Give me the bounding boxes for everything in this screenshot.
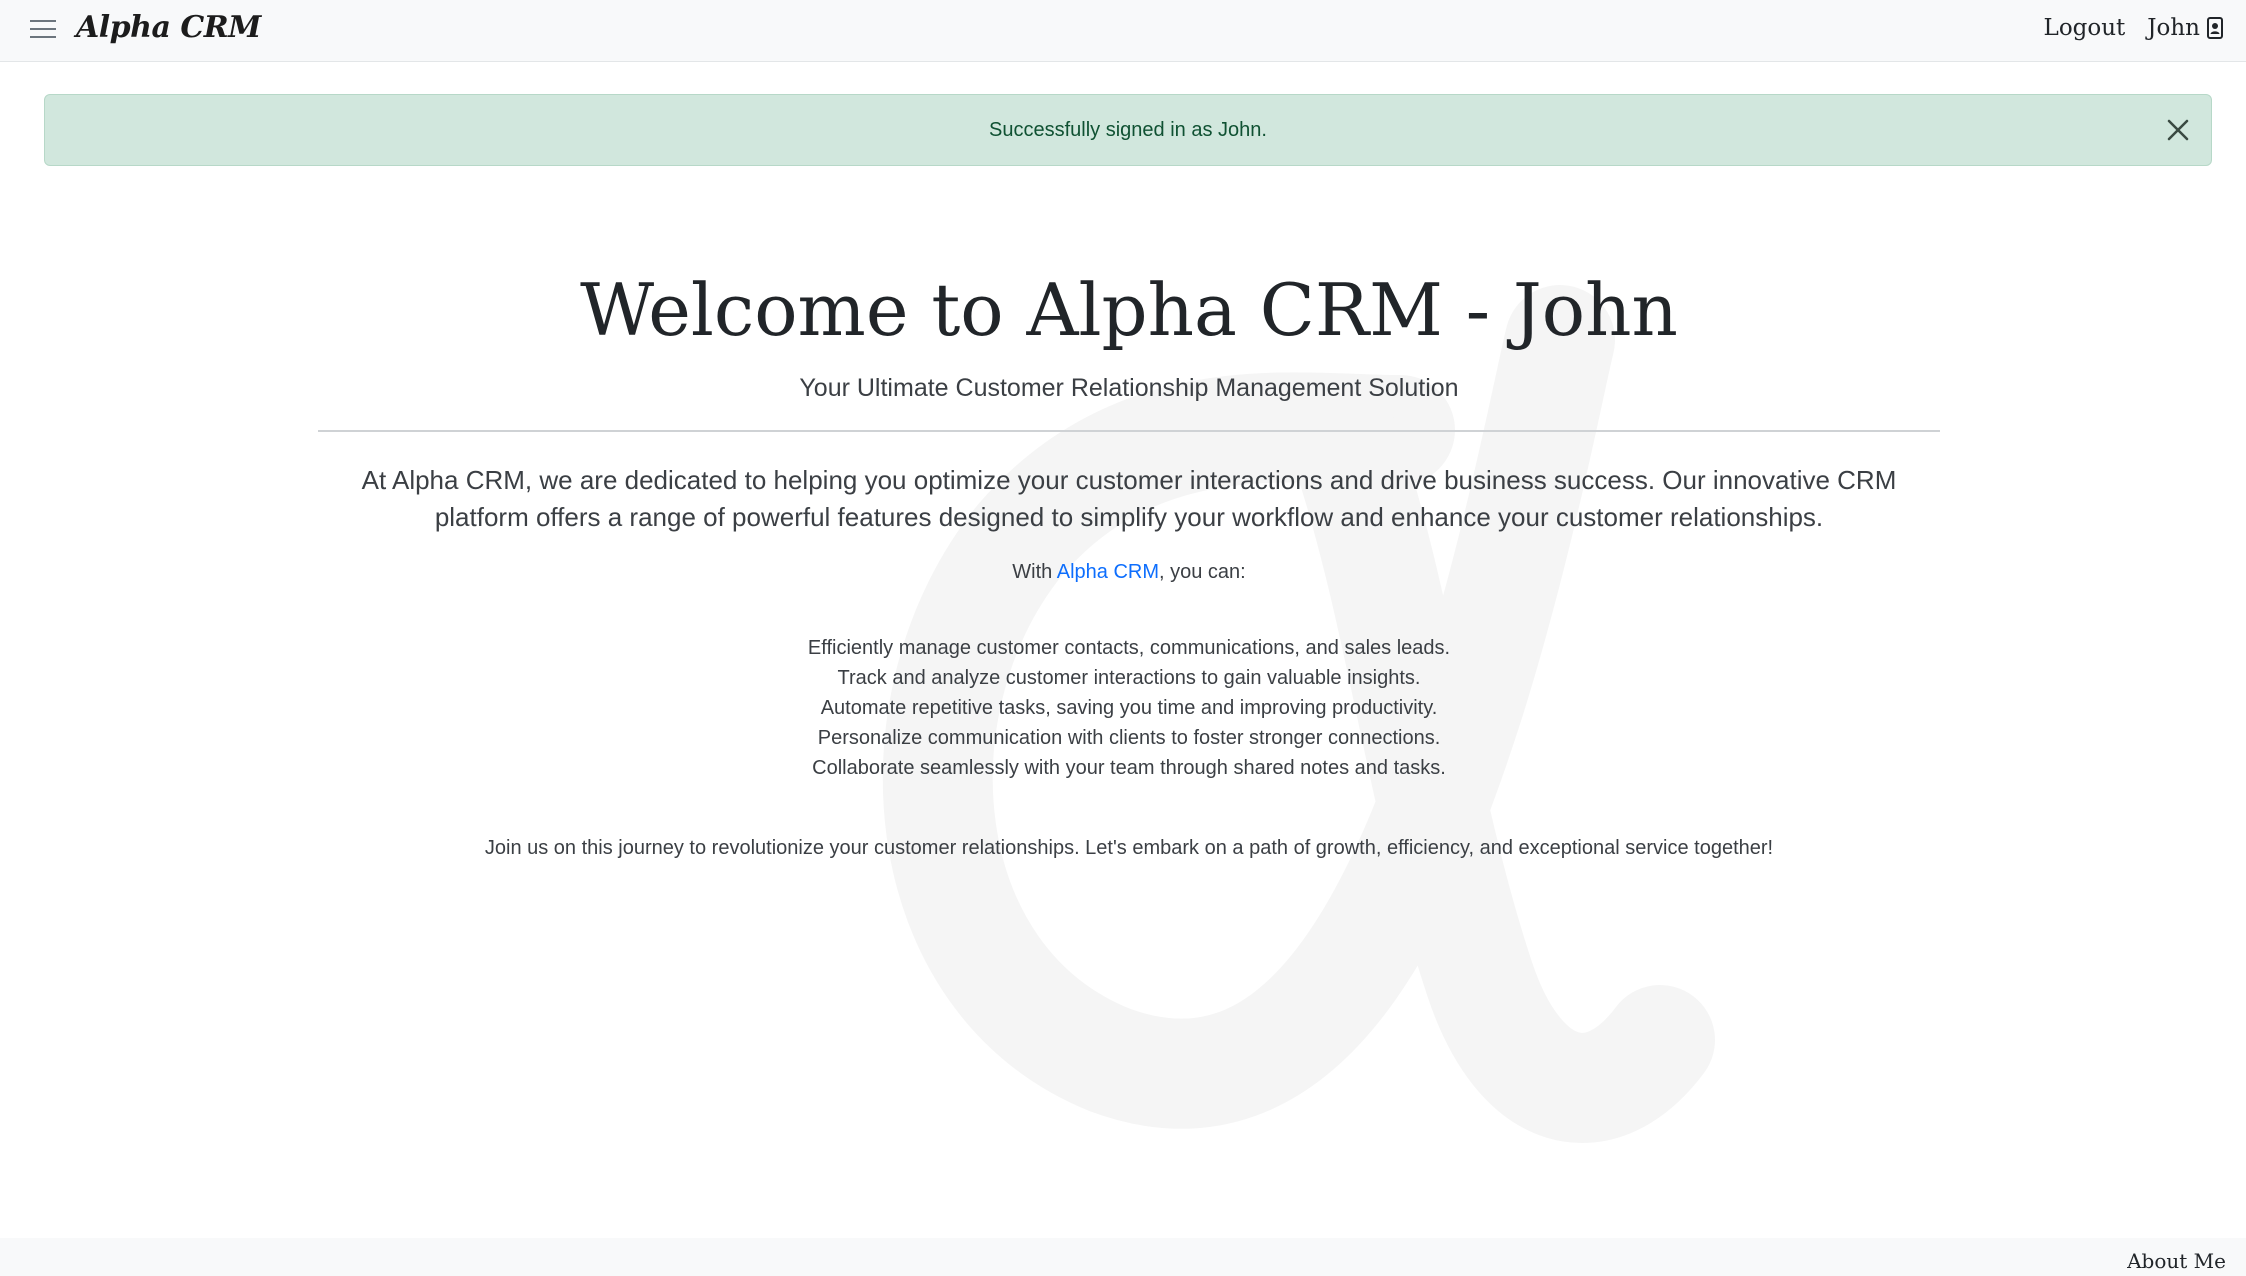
list-item: Efficiently manage customer contacts, co… (807, 637, 1451, 659)
list-item: Automate repetitive tasks, saving you ti… (820, 697, 1438, 719)
top-navbar: Alpha CRM Logout John (0, 0, 2246, 62)
about-me-link[interactable]: About Me (2127, 1246, 2226, 1276)
page-subtitle: Your Ultimate Customer Relationship Mana… (799, 374, 1459, 402)
divider (318, 430, 1940, 432)
logout-link[interactable]: Logout (2044, 12, 2126, 44)
alert-message: Successfully signed in as John. (989, 119, 1267, 141)
with-line: With Alpha CRM, you can: (318, 557, 1940, 587)
user-name: John (2147, 15, 2200, 41)
user-menu[interactable]: John (2147, 15, 2224, 41)
intro-paragraph: At Alpha CRM, we are dedicated to helpin… (361, 465, 1897, 532)
feature-list: Efficiently manage customer contacts, co… (318, 633, 1940, 783)
list-item: Collaborate seamlessly with your team th… (812, 757, 1446, 779)
main-content: Welcome to Alpha CRM - John Your Ultimat… (318, 250, 1940, 863)
with-suffix: , you can: (1159, 561, 1246, 583)
brand-logo[interactable]: Alpha CRM (76, 6, 261, 50)
success-alert: Successfully signed in as John. (44, 94, 2212, 166)
with-prefix: With (1012, 561, 1057, 583)
user-badge-icon (2207, 17, 2223, 39)
nav-right: Logout John (2044, 12, 2224, 44)
page: Alpha CRM Logout John Successfully signe… (0, 0, 2246, 1276)
alpha-crm-link[interactable]: Alpha CRM (1057, 561, 1159, 583)
closing-paragraph: Join us on this journey to revolutionize… (484, 837, 1774, 859)
list-item: Track and analyze customer interactions … (837, 667, 1421, 689)
list-item: Personalize communication with clients t… (817, 727, 1441, 749)
footer: About Me (0, 1238, 2246, 1276)
hamburger-menu-icon[interactable] (28, 15, 60, 43)
close-icon[interactable] (2163, 115, 2193, 145)
page-title: Welcome to Alpha CRM - John (580, 268, 1678, 352)
